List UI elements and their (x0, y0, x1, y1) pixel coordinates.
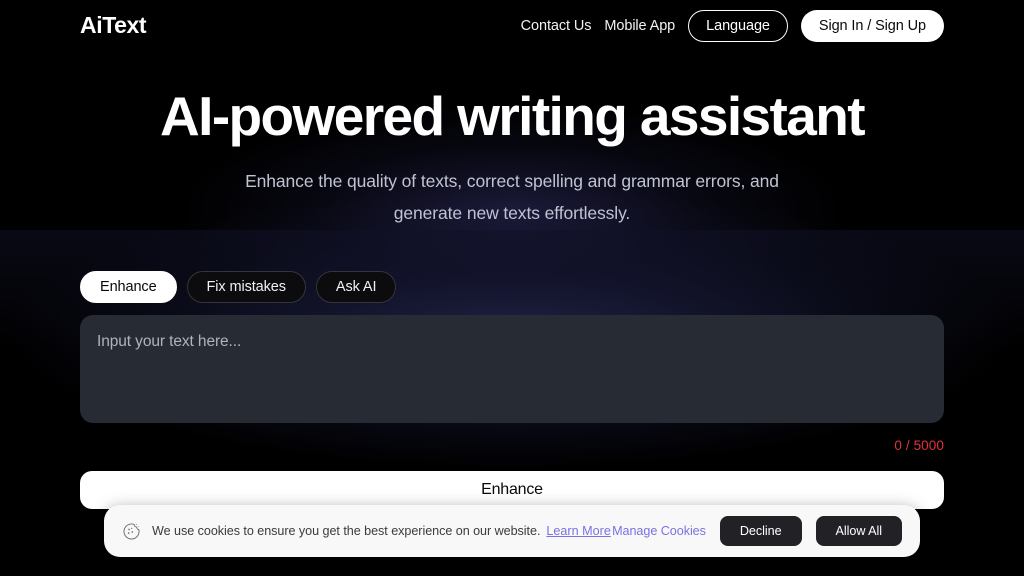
hero-section: AI-powered writing assistant Enhance the… (0, 88, 1024, 230)
hero-subtitle: Enhance the quality of texts, correct sp… (245, 171, 779, 223)
decline-cookies-button[interactable]: Decline (719, 516, 802, 546)
nav-link-mobile-app[interactable]: Mobile App (604, 18, 675, 34)
site-logo[interactable]: AiText (80, 12, 147, 39)
cookie-message: We use cookies to ensure you get the bes… (152, 524, 541, 538)
character-counter: 0 / 5000 (894, 438, 944, 453)
manage-cookies-link[interactable]: Manage Cookies (612, 524, 706, 538)
page-title: AI-powered writing assistant (160, 85, 866, 147)
sign-in-sign-up-button[interactable]: Sign In / Sign Up (800, 9, 944, 42)
text-input-area[interactable]: Input your text here... (80, 315, 944, 423)
learn-more-link[interactable]: Learn More (546, 524, 610, 538)
main-nav: Contact Us Mobile App Language Sign In /… (521, 9, 944, 42)
tab-ask-ai[interactable]: Ask AI (315, 271, 397, 303)
allow-all-cookies-button[interactable]: Allow All (815, 516, 902, 546)
text-input-placeholder: Input your text here... (97, 333, 242, 350)
page-root: AiText Contact Us Mobile App Language Si… (0, 0, 1024, 576)
cookie-icon (123, 523, 140, 539)
site-header: AiText Contact Us Mobile App Language Si… (0, 0, 1024, 51)
tab-enhance[interactable]: Enhance (80, 271, 177, 303)
cookie-consent-banner: We use cookies to ensure you get the bes… (104, 505, 920, 557)
cookie-actions: Manage Cookies Decline Allow All (612, 516, 902, 546)
language-button[interactable]: Language (688, 9, 788, 42)
nav-link-contact-us[interactable]: Contact Us (521, 18, 592, 34)
mode-tabs: Enhance Fix mistakes Ask AI (80, 271, 397, 303)
tab-fix-mistakes[interactable]: Fix mistakes (186, 271, 306, 303)
enhance-submit-button[interactable]: Enhance (80, 471, 944, 509)
